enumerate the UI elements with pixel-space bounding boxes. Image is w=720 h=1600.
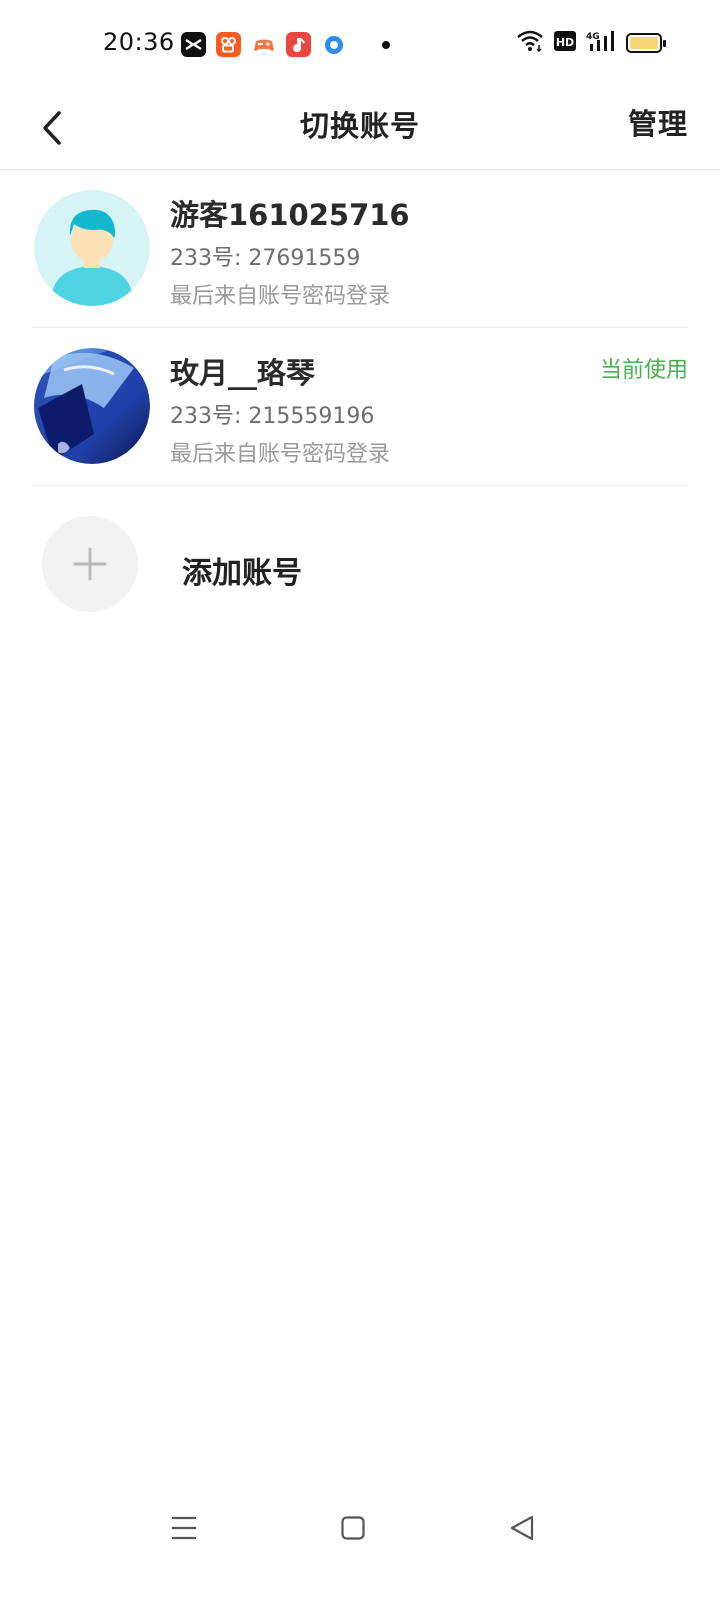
account-login-method: 最后来自账号密码登录 [170, 284, 391, 309]
menu-button[interactable] [164, 1508, 204, 1548]
account-list: 游客161025716 233号: 27691559 最后来自账号密码登录 玫月… [0, 170, 720, 486]
account-id: 233号: 215559196 [170, 404, 375, 429]
avatar-user [34, 348, 150, 464]
account-name: 玫月__珞琴 [170, 356, 316, 390]
game-icon [251, 32, 276, 57]
plus-icon [73, 547, 107, 581]
triangle-back-icon [510, 1515, 534, 1541]
battery-icon [626, 33, 666, 53]
home-button[interactable] [333, 1508, 373, 1548]
svg-text:HD: HD [556, 36, 574, 49]
add-circle [42, 516, 138, 612]
switch-account-screen: 20:36 HD 4G 切换账号 管理 游客161025716 233号: 27… [0, 0, 720, 1600]
avatar-guest [34, 190, 150, 306]
capcut-icon [181, 32, 206, 57]
square-icon [341, 1516, 365, 1540]
notification-icons [181, 32, 390, 57]
page-title: 切换账号 [299, 109, 420, 143]
more-notifications-dot [382, 40, 390, 49]
signal-icon: 4G [586, 30, 616, 56]
wifi-icon [516, 30, 544, 56]
system-status-icons: HD 4G [516, 30, 666, 56]
system-nav-bar [0, 1490, 720, 1560]
account-id: 233号: 27691559 [170, 246, 361, 271]
music-icon [286, 32, 311, 57]
status-time: 20:36 [103, 28, 175, 56]
account-login-method: 最后来自账号密码登录 [170, 442, 391, 467]
add-account-label: 添加账号 [182, 556, 302, 591]
account-item-current[interactable]: 玫月__珞琴 233号: 215559196 最后来自账号密码登录 当前使用 [32, 328, 688, 486]
system-back-button[interactable] [502, 1508, 542, 1548]
status-bar: 20:36 HD 4G [0, 0, 720, 88]
account-name: 游客161025716 [170, 198, 410, 232]
kuaishou-icon [216, 32, 241, 57]
nav-bar: 切换账号 管理 [0, 88, 720, 170]
menu-icon [172, 1516, 196, 1540]
manage-button[interactable]: 管理 [628, 101, 688, 143]
account-item-guest[interactable]: 游客161025716 233号: 27691559 最后来自账号密码登录 [32, 170, 688, 328]
add-account-button[interactable]: 添加账号 [0, 506, 720, 622]
hd-icon: HD [554, 31, 576, 55]
current-account-badge: 当前使用 [599, 358, 688, 383]
browser-icon [321, 32, 346, 57]
